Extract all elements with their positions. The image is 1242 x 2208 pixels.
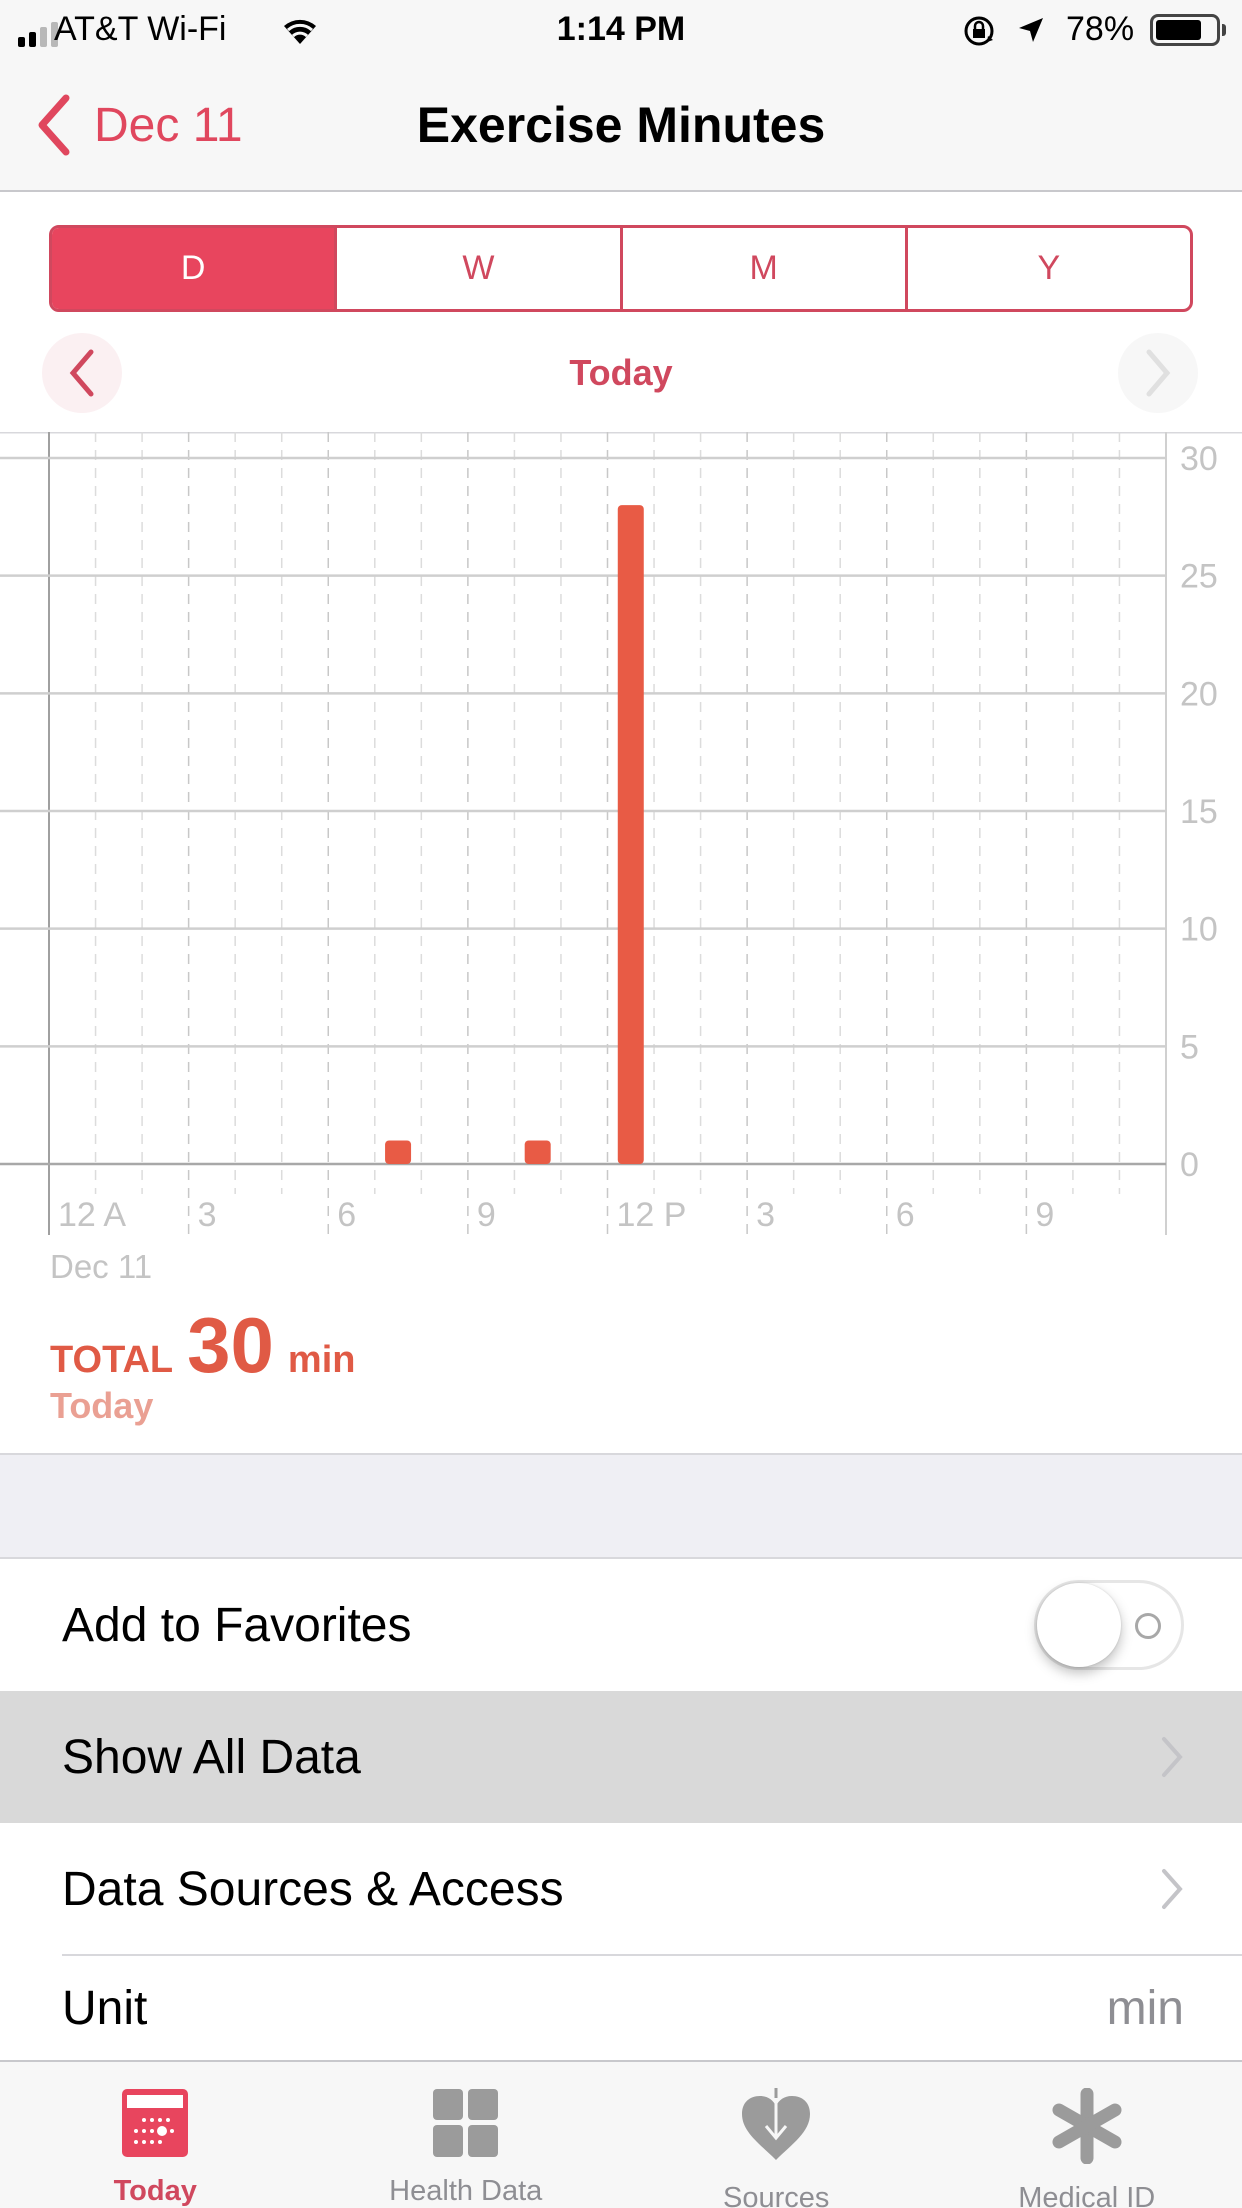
- add-to-favorites-row: Add to Favorites: [0, 1559, 1242, 1691]
- heart-download-icon: [738, 2088, 814, 2164]
- y-tick-label: 10: [1180, 911, 1218, 949]
- next-period-button[interactable]: [1118, 333, 1198, 413]
- show-all-data-label: Show All Data: [62, 1730, 361, 1784]
- page-title: Exercise Minutes: [416, 97, 826, 153]
- battery-percent: 78%: [1066, 10, 1135, 48]
- segment-day[interactable]: D: [52, 228, 335, 309]
- tab-sources[interactable]: Sources: [621, 2062, 932, 2208]
- x-tick-label: 3: [756, 1196, 775, 1234]
- tab-health-data[interactable]: Health Data: [311, 2062, 622, 2208]
- unit-value: min: [1106, 1981, 1184, 2035]
- total-word: TOTAL: [50, 1339, 174, 1381]
- favorites-toggle[interactable]: [1034, 1580, 1184, 1670]
- chevron-right-icon: [1162, 1869, 1183, 1909]
- x-tick-label: 3: [198, 1196, 217, 1234]
- add-to-favorites-label: Add to Favorites: [62, 1598, 412, 1652]
- x-tick-label: 9: [477, 1196, 496, 1234]
- segment-year[interactable]: Y: [904, 228, 1190, 309]
- battery-icon: [1150, 14, 1220, 46]
- app-screen: AT&T Wi-Fi 1:14 PM 78% Dec 11 Exercise M…: [0, 0, 1242, 2208]
- total-summary: TOTAL 30 min: [50, 1300, 355, 1391]
- toggle-off-indicator: [1135, 1613, 1161, 1639]
- grid-icon: [428, 2088, 504, 2157]
- tab-medical-id-label: Medical ID: [1018, 2182, 1156, 2208]
- asterisk-icon: [1049, 2088, 1125, 2164]
- tab-sources-label: Sources: [723, 2182, 830, 2208]
- tab-bar: Today Health Data Sources Medical ID: [0, 2060, 1242, 2208]
- period-segmented-control: D W M Y: [49, 225, 1193, 312]
- bar-hour-7: [385, 1140, 412, 1164]
- data-sources-label: Data Sources & Access: [62, 1862, 564, 1916]
- y-tick-label: 30: [1180, 440, 1218, 478]
- unit-row[interactable]: Unit min: [0, 1956, 1242, 2060]
- orientation-lock-icon: [962, 14, 996, 53]
- unit-label: Unit: [62, 1981, 148, 2035]
- data-sources-row[interactable]: Data Sources & Access: [0, 1823, 1242, 1955]
- tab-today-label: Today: [113, 2175, 197, 2207]
- total-unit: min: [287, 1339, 356, 1381]
- tab-today[interactable]: Today: [0, 2062, 311, 2208]
- bar-hour-10: [524, 1140, 551, 1164]
- total-value: 30: [187, 1301, 274, 1389]
- top-bar: AT&T Wi-Fi 1:14 PM 78% Dec 11 Exercise M…: [0, 0, 1242, 192]
- segment-week[interactable]: W: [334, 228, 619, 309]
- y-tick-label: 15: [1180, 793, 1218, 831]
- section-gap: [0, 1453, 1242, 1559]
- x-tick-label: 12 A: [58, 1196, 126, 1234]
- total-period-label: Today: [50, 1385, 154, 1426]
- period-label: Today: [569, 352, 673, 393]
- y-tick-label: 25: [1180, 558, 1218, 596]
- location-arrow-icon: [1015, 14, 1047, 51]
- toggle-knob: [1037, 1583, 1121, 1667]
- clock: 1:14 PM: [556, 10, 686, 48]
- chevron-right-icon: [1146, 349, 1171, 397]
- x-tick-label: 6: [896, 1196, 915, 1234]
- y-tick-label: 0: [1180, 1146, 1199, 1184]
- y-tick-label: 5: [1180, 1028, 1199, 1066]
- calendar-icon: [117, 2088, 193, 2157]
- show-all-data-row[interactable]: Show All Data: [0, 1691, 1242, 1823]
- battery-fill: [1156, 20, 1202, 40]
- tab-health-data-label: Health Data: [389, 2175, 543, 2207]
- chart-date-label: Dec 11: [50, 1248, 153, 1285]
- battery-tip: [1222, 24, 1226, 36]
- x-tick-label: 12 P: [617, 1196, 687, 1234]
- y-tick-label: 20: [1180, 675, 1218, 713]
- x-tick-label: 6: [337, 1196, 356, 1234]
- exercise-minutes-chart: 0 5 10 15 20 25 30 12 A 3 6 9 12 P 3 6 9: [0, 432, 1242, 1235]
- segment-month[interactable]: M: [619, 228, 905, 309]
- bar-hour-12: [617, 505, 644, 1164]
- x-tick-label: 9: [1035, 1196, 1054, 1234]
- chevron-right-icon: [1162, 1737, 1183, 1777]
- tab-medical-id[interactable]: Medical ID: [932, 2062, 1242, 2208]
